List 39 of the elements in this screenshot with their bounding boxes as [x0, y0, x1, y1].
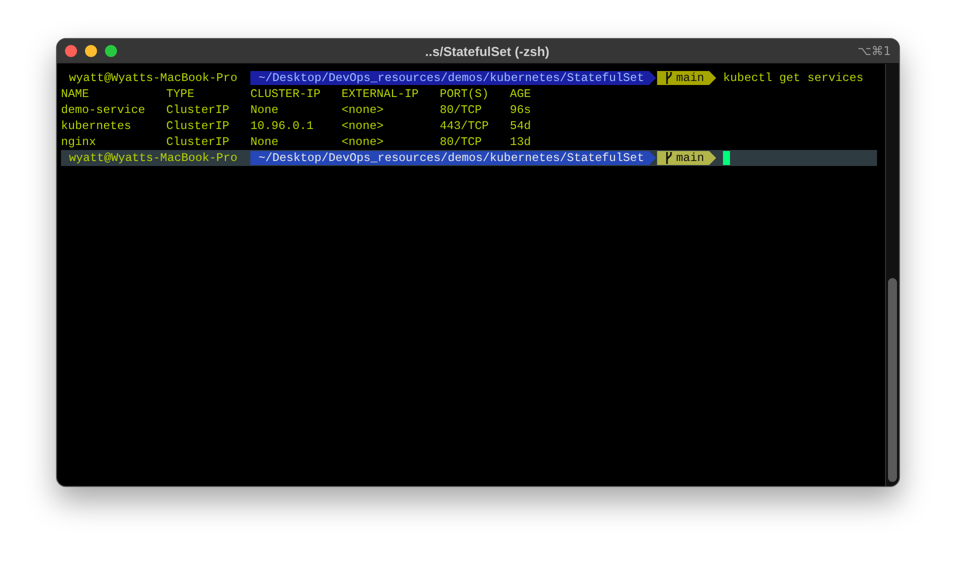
table-cell: None	[250, 103, 278, 117]
column-header: AGE	[510, 87, 531, 101]
table-cell: <none>	[342, 135, 384, 149]
table-cell: 13d	[510, 135, 531, 149]
shortcut-label: ⌥⌘1	[858, 44, 891, 58]
close-button[interactable]	[65, 45, 77, 57]
table-cell: ClusterIP	[166, 119, 230, 133]
table-cell: demo-service	[61, 103, 146, 117]
table-cell: 10.96.0.1	[250, 119, 314, 133]
table-cell: ClusterIP	[166, 135, 230, 149]
path-segment: ~/Desktop/DevOps_resources/demos/kubernetes/StatefulSet	[250, 151, 656, 165]
column-header: PORT(S)	[440, 87, 489, 101]
text-cursor	[723, 151, 730, 165]
column-header: EXTERNAL-IP	[342, 87, 419, 101]
column-header: NAME	[61, 87, 90, 101]
table-cell: 96s	[510, 103, 531, 117]
table-cell: None	[250, 135, 278, 149]
table-cell: ClusterIP	[166, 103, 230, 117]
path-segment: ~/Desktop/DevOps_resources/demos/kubernetes/StatefulSet	[250, 71, 656, 85]
column-header: CLUSTER-IP	[250, 87, 320, 101]
branch-segment: main	[657, 71, 716, 85]
table-cell: 80/TCP	[440, 135, 482, 149]
table-cell: 443/TCP	[440, 119, 489, 133]
branch-segment: main	[657, 151, 716, 165]
table-cell: 54d	[510, 119, 531, 133]
table-cell: <none>	[342, 103, 384, 117]
table-cell: nginx	[61, 135, 96, 149]
branch-icon	[665, 152, 674, 164]
window-title: ..s/StatefulSet (-zsh)	[424, 44, 550, 58]
minimize-button[interactable]	[85, 45, 97, 57]
scroll-thumb[interactable]	[888, 278, 897, 482]
branch-icon	[665, 72, 674, 84]
table-cell: <none>	[342, 119, 384, 133]
scrollbar[interactable]	[885, 64, 899, 486]
column-header: TYPE	[166, 87, 194, 101]
command-text: kubectl get services	[723, 70, 864, 86]
zoom-button[interactable]	[105, 45, 117, 57]
table-cell: kubernetes	[61, 119, 132, 133]
table-cell: 80/TCP	[440, 103, 482, 117]
